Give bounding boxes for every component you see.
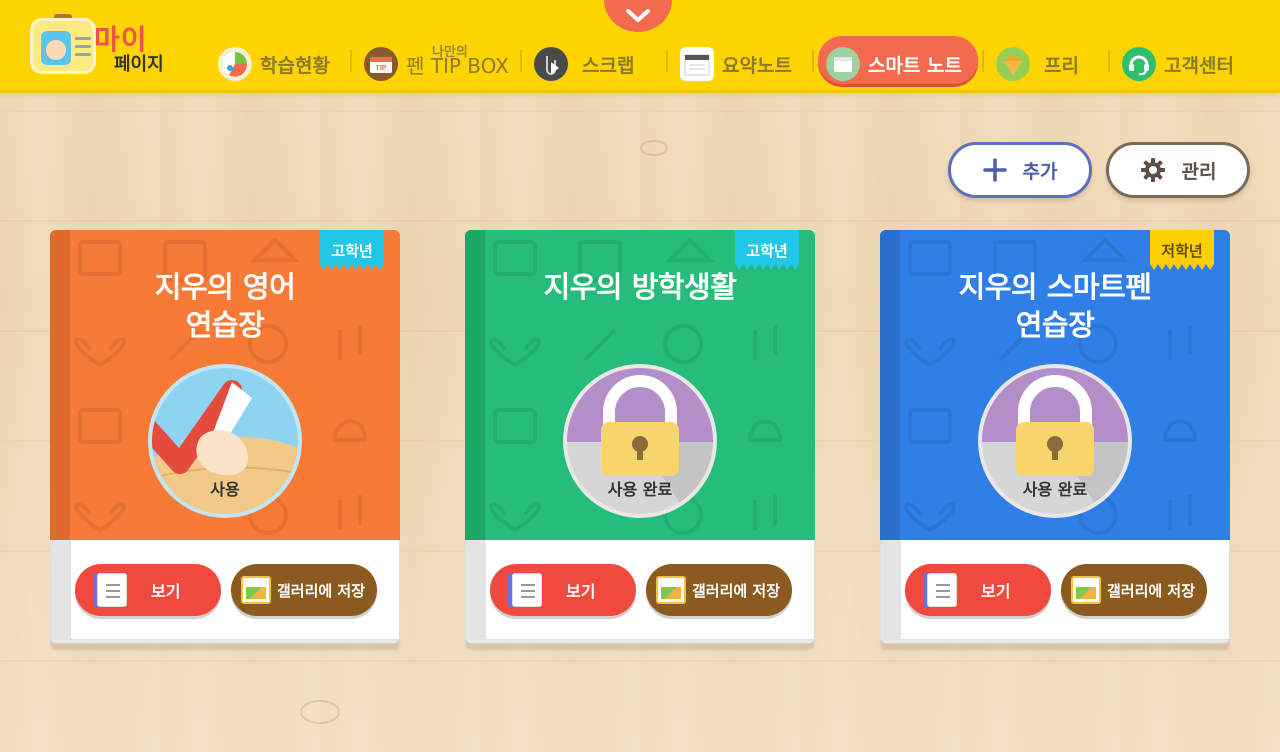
- nav-label: 스마트 노트: [868, 54, 963, 77]
- nav-label: 요약노트: [722, 54, 792, 77]
- notebook-footer: 보기 갤러리에 저장: [50, 540, 400, 640]
- notebook-card[interactable]: 고학년 지우의 영어 연습장 사용 보기 갤러리에 저장: [50, 230, 400, 650]
- manage-button-label: 관리: [1181, 160, 1217, 183]
- chevron-down-icon: [626, 9, 650, 22]
- logo-subtitle: 페이지: [114, 54, 164, 75]
- view-button-label: 보기: [151, 582, 181, 601]
- customer-center-icon: [1122, 47, 1156, 81]
- nav-pen-tip-box[interactable]: TIP 펜 TIP BOX: [364, 44, 509, 84]
- scrap-icon: [534, 47, 568, 81]
- nav-summary-note[interactable]: 요약노트: [680, 44, 792, 84]
- progress-icon: [218, 47, 252, 81]
- notebook-icon: [512, 573, 542, 607]
- gallery-icon: [656, 576, 686, 604]
- grade-label: 고학년: [746, 241, 788, 260]
- nav-scrap[interactable]: 스크랩: [534, 44, 634, 84]
- view-button[interactable]: 보기: [75, 564, 221, 616]
- gallery-button-label: 갤러리에 저장: [692, 581, 781, 600]
- notebook-cover[interactable]: 고학년 지우의 방학생활 사용 완료: [465, 230, 815, 540]
- grade-label: 저학년: [1161, 241, 1203, 260]
- plus-icon: [982, 158, 1007, 182]
- save-to-gallery-button[interactable]: 갤러리에 저장: [646, 564, 792, 616]
- nav-learning-status[interactable]: 학습현황: [218, 44, 330, 84]
- wood-knot: [300, 700, 340, 724]
- usage-status: 사용: [210, 480, 240, 499]
- notebook-footer: 보기 갤러리에 저장: [465, 540, 815, 640]
- nav-smart-note[interactable]: 스마트 노트: [826, 44, 962, 84]
- grade-tag: 저학년: [1150, 230, 1214, 270]
- nav-divider: [982, 50, 984, 72]
- summary-note-icon: [680, 47, 714, 81]
- tip-box-icon: TIP: [364, 47, 398, 81]
- notebook-title: 지우의 스마트펜 연습장: [958, 270, 1152, 342]
- notebook-spine: [465, 230, 485, 540]
- nav-divider: [350, 50, 352, 72]
- nav-label: 학습현황: [260, 54, 330, 77]
- nav-label: 고객센터: [1164, 54, 1234, 77]
- notebook-cover[interactable]: 고학년 지우의 영어 연습장 사용: [50, 230, 400, 540]
- save-to-gallery-button[interactable]: 갤러리에 저장: [1061, 564, 1207, 616]
- nav-divider: [1108, 50, 1110, 72]
- view-button-label: 보기: [981, 582, 1011, 601]
- grade-tag: 고학년: [320, 230, 384, 270]
- nav-label: 프리: [1044, 54, 1079, 77]
- view-button[interactable]: 보기: [905, 564, 1051, 616]
- add-button-label: 추가: [1022, 160, 1058, 183]
- gear-icon: [1140, 158, 1165, 182]
- id-card-icon: [30, 18, 96, 74]
- gallery-icon: [1071, 576, 1101, 604]
- top-navigation-bar: 마이 페이지 학습현황 나만의 TIP 펜 TIP BOX 스크랩 요약노트 스…: [0, 0, 1280, 90]
- gallery-button-label: 갤러리에 저장: [277, 581, 366, 600]
- smart-note-icon: [826, 47, 860, 81]
- header-collapse-button[interactable]: [604, 0, 672, 32]
- nav-label: 스크랩: [582, 54, 635, 77]
- grade-label: 고학년: [331, 241, 373, 260]
- notebook-status-circle: 사용 완료: [978, 364, 1132, 518]
- nav-customer-center[interactable]: 고객센터: [1122, 44, 1234, 84]
- notebook-card[interactable]: 고학년 지우의 방학생활 사용 완료 보기 갤러리에 저장: [465, 230, 815, 650]
- save-to-gallery-button[interactable]: 갤러리에 저장: [231, 564, 377, 616]
- nav-free[interactable]: 프리: [996, 44, 1079, 84]
- add-notebook-button[interactable]: 추가: [948, 142, 1092, 198]
- notebook-spine: [880, 230, 900, 540]
- notebook-icon: [927, 573, 957, 607]
- usage-status: 사용 완료: [1022, 480, 1088, 499]
- notebook-spine: [50, 230, 70, 540]
- notebook-title: 지우의 영어 연습장: [154, 270, 296, 342]
- nav-label: 펜 TIP BOX: [406, 53, 509, 78]
- notebook-footer: 보기 갤러리에 저장: [880, 540, 1230, 640]
- notebook-icon: [97, 573, 127, 607]
- grade-tag: 고학년: [735, 230, 799, 270]
- notebook-status-circle: 사용: [148, 364, 302, 518]
- wood-knot: [640, 140, 668, 156]
- gallery-button-label: 갤러리에 저장: [1107, 581, 1196, 600]
- manage-button[interactable]: 관리: [1106, 142, 1250, 198]
- usage-status: 사용 완료: [607, 480, 673, 499]
- nav-divider: [666, 50, 668, 72]
- svg-text:TIP: TIP: [376, 65, 387, 72]
- free-icon: [996, 47, 1030, 81]
- nav-divider: [812, 50, 814, 72]
- view-button[interactable]: 보기: [490, 564, 636, 616]
- notebook-title: 지우의 방학생활: [543, 270, 737, 304]
- notebook-status-circle: 사용 완료: [563, 364, 717, 518]
- notebook-cover[interactable]: 저학년 지우의 스마트펜 연습장 사용 완료: [880, 230, 1230, 540]
- gallery-icon: [241, 576, 271, 604]
- nav-divider: [520, 50, 522, 72]
- notebook-card[interactable]: 저학년 지우의 스마트펜 연습장 사용 완료 보기 갤러리에 저장: [880, 230, 1230, 650]
- view-button-label: 보기: [566, 582, 596, 601]
- mypage-logo[interactable]: 마이 페이지: [30, 14, 185, 78]
